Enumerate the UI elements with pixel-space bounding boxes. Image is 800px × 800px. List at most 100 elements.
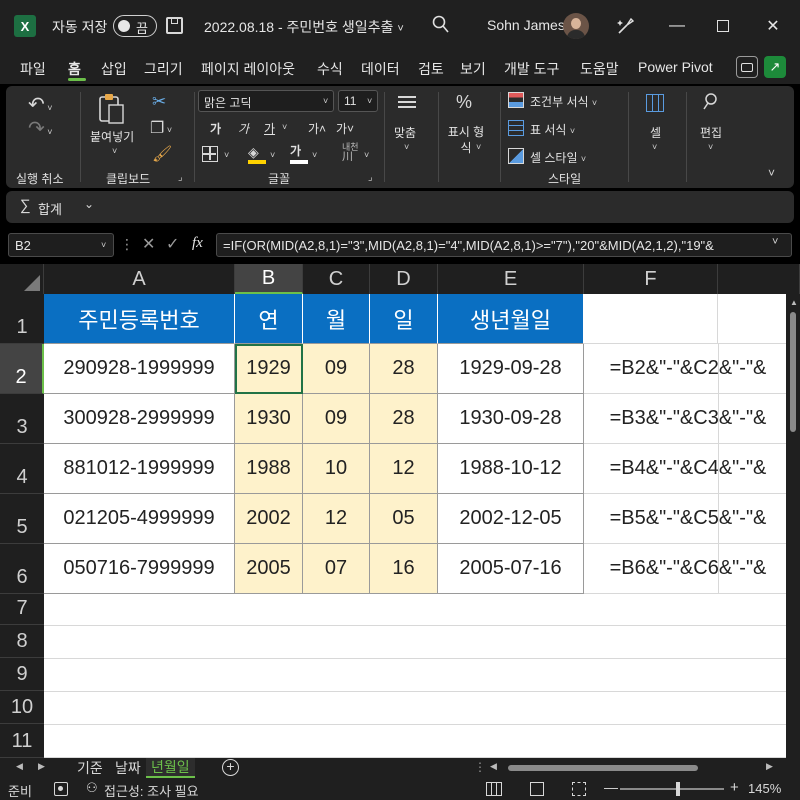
cell-birthdate[interactable]: 1929-09-28 xyxy=(438,344,584,394)
cell-formula[interactable]: =B5&"-"&C5&"-"& xyxy=(584,494,786,544)
user-name[interactable]: Sohn James xyxy=(487,17,565,33)
header-cell-year[interactable]: 연 xyxy=(235,294,303,344)
fill-color-icon[interactable]: ◈ xyxy=(248,144,266,164)
name-box[interactable]: B2 ˅ xyxy=(8,233,114,257)
row-header-2[interactable]: 2 xyxy=(0,344,44,394)
cell-year[interactable]: 1929 xyxy=(235,344,303,394)
chevron-down-icon[interactable]: ˅ xyxy=(652,142,657,152)
row-header-4[interactable]: 4 xyxy=(0,444,44,494)
italic-button[interactable]: 가 xyxy=(238,120,249,137)
sheet-tab-date[interactable]: 날짜 xyxy=(110,758,146,778)
editing-button[interactable]: 편집 xyxy=(700,124,722,141)
cell-style-button[interactable]: 셀 스타일 ˅ xyxy=(530,149,586,166)
collapse-ribbon-icon[interactable]: ˅ xyxy=(768,166,775,180)
cancel-entry-icon[interactable]: ✕ xyxy=(142,234,155,254)
borders-icon[interactable] xyxy=(202,146,218,162)
cell-day[interactable]: 28 xyxy=(370,394,438,444)
column-header-g[interactable] xyxy=(718,264,800,294)
autosum-icon[interactable]: ∑ xyxy=(20,197,31,214)
increase-font-button[interactable]: 가˄ xyxy=(308,120,326,137)
dialog-launcher-icon[interactable]: ⌟ xyxy=(368,172,373,183)
row-header-9[interactable]: 9 xyxy=(0,658,44,691)
cell-id[interactable]: 881012-1999999 xyxy=(44,444,235,494)
row-header-8[interactable]: 8 xyxy=(0,625,44,658)
chevron-down-icon[interactable]: ˅ xyxy=(282,122,287,132)
autosave-toggle[interactable]: 끔 xyxy=(113,15,157,37)
empty-grid-area[interactable] xyxy=(44,594,800,758)
tab-developer[interactable]: 개발 도구 xyxy=(504,59,559,79)
cell-year[interactable]: 2005 xyxy=(235,544,303,594)
row-header-10[interactable]: 10 xyxy=(0,691,44,724)
macro-record-icon[interactable] xyxy=(54,782,68,796)
cell-year[interactable]: 1930 xyxy=(235,394,303,444)
cells-button[interactable]: 셀 xyxy=(650,124,661,141)
tab-page-layout[interactable]: 페이지 레이아웃 xyxy=(201,59,295,79)
cell-day[interactable]: 05 xyxy=(370,494,438,544)
cell-g[interactable] xyxy=(718,494,719,544)
bold-button[interactable]: 가 xyxy=(210,120,221,137)
sheet-tab-birthdate[interactable]: 년월일 xyxy=(146,758,195,778)
cell-birthdate[interactable]: 1988-10-12 xyxy=(438,444,584,494)
cell-month[interactable]: 09 xyxy=(303,394,370,444)
row-header-5[interactable]: 5 xyxy=(0,494,44,544)
cell-day[interactable]: 16 xyxy=(370,544,438,594)
designer-icon[interactable] xyxy=(616,16,636,36)
chevron-down-icon[interactable]: ˅ xyxy=(312,150,317,160)
cell-year[interactable]: 2002 xyxy=(235,494,303,544)
tab-view[interactable]: 보기 xyxy=(460,59,486,79)
conditional-format-icon[interactable] xyxy=(508,92,524,108)
dialog-launcher-icon[interactable]: ⌟ xyxy=(178,172,183,183)
cell-formula[interactable]: =B3&"-"&C3&"-"& xyxy=(584,394,786,444)
underline-button[interactable]: 가 xyxy=(264,120,275,137)
page-break-view-icon[interactable] xyxy=(572,782,586,796)
worksheet-grid[interactable]: A B C D E F 1 2 3 4 5 6 7 8 9 10 11 주민등록… xyxy=(0,264,800,758)
select-all-corner[interactable] xyxy=(0,264,44,294)
formula-input[interactable]: =IF(OR(MID(A2,8,1)="3",MID(A2,8,1)="4",M… xyxy=(216,233,792,257)
font-name-select[interactable]: 맑은 고딕 ˅ xyxy=(198,90,334,112)
conditional-format-button[interactable]: 조건부 서식 ˅ xyxy=(530,93,597,110)
format-painter-icon[interactable]: 🖌 xyxy=(152,144,172,164)
save-icon[interactable] xyxy=(166,17,183,34)
cell-month[interactable]: 12 xyxy=(303,494,370,544)
row-header-7[interactable]: 7 xyxy=(0,594,44,625)
header-cell-birthdate[interactable]: 생년월일 xyxy=(438,294,584,344)
alignment-icon[interactable] xyxy=(398,94,416,112)
chevron-down-icon[interactable]: ˅ xyxy=(708,142,713,152)
search-icon[interactable] xyxy=(432,15,450,35)
zoom-in-button[interactable]: + xyxy=(730,779,739,796)
prev-sheet-icon[interactable]: ◀ xyxy=(16,761,23,772)
cell-year[interactable]: 1988 xyxy=(235,444,303,494)
share-icon[interactable]: ↗ xyxy=(764,56,786,78)
zoom-out-button[interactable]: — xyxy=(604,779,618,795)
tab-data[interactable]: 데이터 xyxy=(361,59,400,79)
redo-icon[interactable]: ↷ ˅ xyxy=(28,116,53,141)
cell-month[interactable]: 09 xyxy=(303,344,370,394)
copy-icon[interactable]: ❐ ˅ xyxy=(150,118,172,138)
cell-birthdate[interactable]: 1930-09-28 xyxy=(438,394,584,444)
header-cell-id[interactable]: 주민등록번호 xyxy=(44,294,235,344)
column-header-e[interactable]: E xyxy=(438,264,584,294)
cell-id[interactable]: 021205-4999999 xyxy=(44,494,235,544)
cell-g[interactable] xyxy=(718,394,719,444)
avatar[interactable] xyxy=(563,13,589,39)
cell-id[interactable]: 290928-1999999 xyxy=(44,344,235,394)
add-sheet-button[interactable]: + xyxy=(222,759,239,776)
cell-g[interactable] xyxy=(718,344,719,394)
page-layout-view-icon[interactable] xyxy=(530,782,544,796)
decrease-font-button[interactable]: 가˅ xyxy=(336,120,354,137)
column-header-f[interactable]: F xyxy=(584,264,718,294)
column-header-b[interactable]: B xyxy=(235,264,303,294)
chevron-down-icon[interactable]: ˅ xyxy=(364,150,369,160)
header-cell-day[interactable]: 일 xyxy=(370,294,438,344)
accessibility-status[interactable]: 접근성: 조사 필요 xyxy=(104,781,199,800)
document-title[interactable]: 2022.08.18 - 주민번호 생일추출 ˅ xyxy=(204,17,404,37)
chevron-down-icon[interactable]: ˅ xyxy=(112,146,117,156)
cell-day[interactable]: 12 xyxy=(370,444,438,494)
row-header-6[interactable]: 6 xyxy=(0,544,44,594)
chevron-down-icon[interactable]: ˅ xyxy=(476,142,481,152)
cell-birthdate[interactable]: 2002-12-05 xyxy=(438,494,584,544)
expand-formula-icon[interactable]: ˅ xyxy=(772,236,778,248)
confirm-entry-icon[interactable]: ✓ xyxy=(166,234,179,254)
column-header-d[interactable]: D xyxy=(370,264,438,294)
tab-review[interactable]: 검토 xyxy=(418,59,444,79)
